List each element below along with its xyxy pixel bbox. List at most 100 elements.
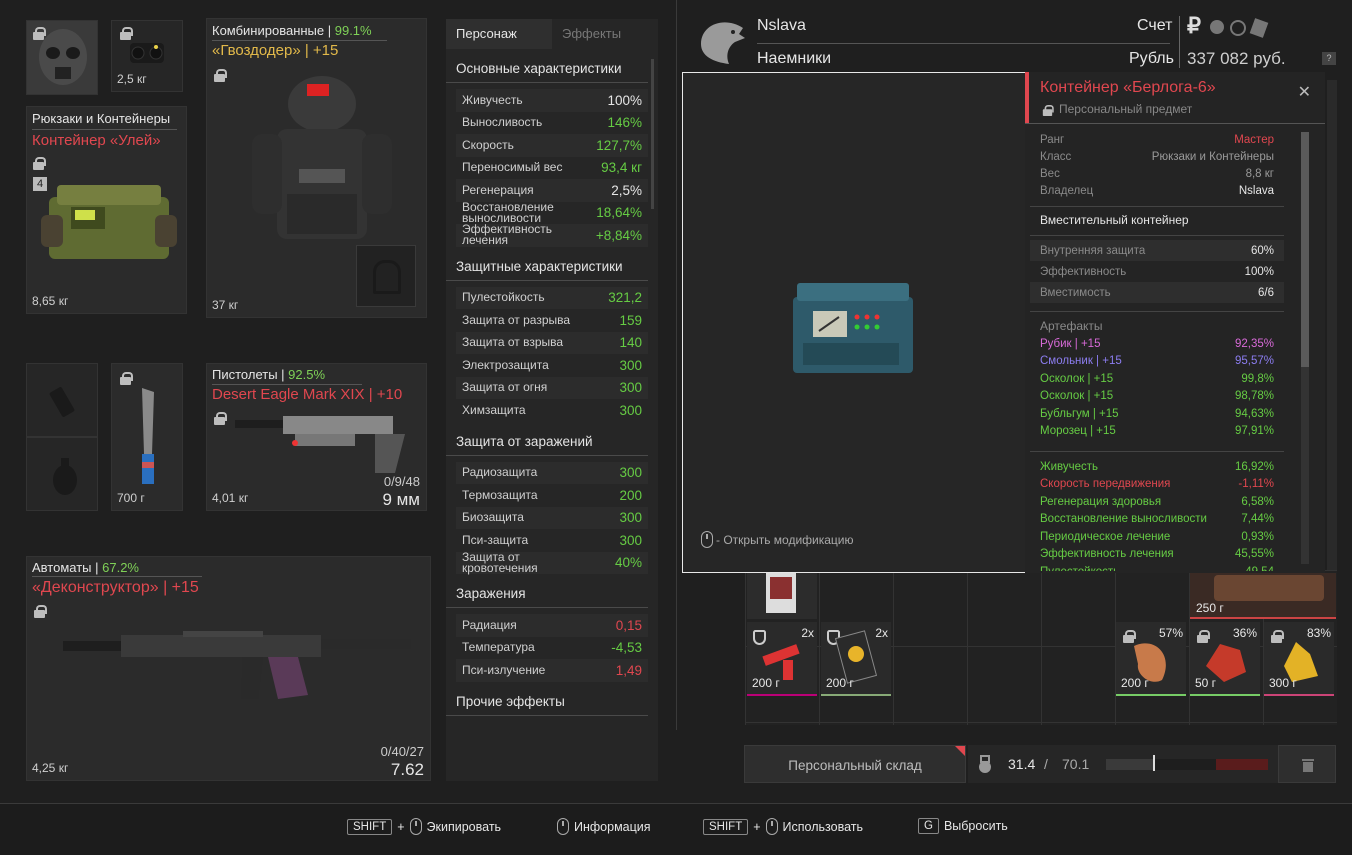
rifle-slot[interactable]: Автоматы | 67.2% «Деконструктор» | +15 0… — [26, 556, 431, 781]
artifact-name: Смольник | +15 — [1040, 355, 1122, 368]
item-properties: Ранг Мастер Класс Рюкзаки и Контейнеры Вес… — [1040, 131, 1274, 199]
stat-value: 146% — [607, 115, 642, 131]
stats-scrollbar[interactable] — [651, 59, 654, 209]
personal-storage-button[interactable]: Персональный склад — [744, 745, 966, 783]
currency-icons — [1210, 18, 1269, 38]
effect-name: Восстановление выносливости — [1040, 513, 1207, 526]
armor-mod-slot[interactable] — [356, 245, 416, 307]
drop-hint[interactable]: G Выбросить — [918, 818, 1008, 834]
backpack-name: Контейнер «Улей» — [32, 132, 161, 149]
artifact-row: Бубльгум | +15 94,63% — [1040, 405, 1274, 423]
stat-value: 127,7% — [596, 137, 642, 153]
stats-sections: Основные характеристики Живучесть 100% Выно… — [446, 61, 658, 716]
night-vision-icon — [130, 43, 164, 63]
rank-label: Ранг — [1040, 133, 1065, 146]
stat-row: Выносливость 146% — [456, 112, 648, 135]
stat-label: Регенерация — [462, 182, 534, 197]
stat-label: Скорость — [462, 137, 514, 152]
lock-icon — [214, 412, 227, 425]
pistol-header: Пистолеты | 92.5% — [212, 367, 325, 382]
knife-slot[interactable]: 700 г — [111, 363, 183, 511]
inventory-item-artifact-3[interactable]: 83% 300 г — [1264, 622, 1334, 696]
nvg-slot[interactable]: 2,5 кг — [111, 20, 183, 92]
effect-value: 6,58% — [1241, 495, 1274, 508]
lock-icon — [34, 605, 47, 618]
artifact-row: Осколок | +15 98,78% — [1040, 388, 1274, 406]
pistol-slot[interactable]: Пистолеты | 92.5% Desert Eagle Mark XIX … — [206, 363, 427, 511]
assault-rifle-icon — [63, 631, 411, 699]
container-stat-row: Вместимость 6/6 — [1030, 282, 1284, 303]
artifact-name: Осколок | +15 — [1040, 372, 1114, 385]
armor-durability: 99.1% — [334, 23, 372, 38]
inventory-item-card[interactable] — [747, 573, 817, 619]
container-stat-value: 60% — [1250, 244, 1274, 257]
rifle-durability: 67.2% — [102, 560, 139, 575]
document-icon — [766, 573, 796, 613]
stat-row: Живучесть 100% — [456, 89, 648, 112]
stat-row: Эффективность лечения +8,84% — [456, 223, 648, 247]
backpack-weight: 8,65 кг — [32, 294, 69, 308]
effect-name: Пулестойкость — [1040, 566, 1119, 571]
help-button[interactable]: ? — [1322, 52, 1336, 65]
bear-den-container-icon — [793, 283, 913, 373]
effect-name: Эффективность лечения — [1040, 548, 1174, 561]
pistol-category: Пистолеты — [212, 367, 278, 382]
mask-slot[interactable] — [26, 20, 98, 95]
weight-bar — [1106, 755, 1268, 771]
stat-label: Выносливость — [462, 115, 543, 130]
kettlebell-icon — [979, 755, 991, 773]
weight-value: 8,8 кг — [1245, 167, 1274, 180]
effect-name: Периодическое лечение — [1040, 530, 1171, 543]
armor-name: «Гвоздодер» | +15 — [212, 42, 339, 59]
inventory-item-flare[interactable]: 2x 200 г — [747, 622, 817, 696]
rifle-name: «Деконструктор» | +15 — [32, 579, 199, 596]
use-hint[interactable]: SHIFT + Использовать — [703, 818, 863, 835]
armor-slot[interactable]: Комбинированные | 99.1% «Гвоздодер» | +1… — [206, 18, 427, 318]
artifact-value: 92,35% — [1234, 337, 1274, 350]
tab-character[interactable]: Персонаж — [446, 19, 552, 49]
gadget-slot-1[interactable] — [26, 363, 98, 437]
stats-section-rows: Радиозащита 300 Термозащита 200 Биозащита 300… — [446, 461, 658, 574]
inventory-item-rifle-case[interactable]: 250 г — [1190, 573, 1336, 619]
item-weight: 50 г — [1195, 676, 1217, 690]
stat-row: Пулестойкость 321,2 — [456, 286, 648, 309]
rifle-weight: 4,25 кг — [32, 761, 69, 775]
item-weight: 200 г — [752, 676, 780, 690]
plus-sign: + — [753, 819, 761, 834]
backpack-slot[interactable]: Рюкзаки и Контейнеры Контейнер «Улей» 4 … — [26, 106, 187, 314]
stat-label: Пси-излучение — [462, 662, 546, 677]
equip-hint[interactable]: SHIFT + Экипировать — [347, 818, 501, 835]
artifact-row: Осколок | +15 99,8% — [1040, 370, 1274, 388]
stats-section-title: Защитные характеристики — [446, 259, 648, 281]
gadget-slot-2[interactable] — [26, 437, 98, 511]
info-hint[interactable]: Информация — [557, 818, 651, 835]
controls-hint-bar: SHIFT + Экипировать Информация SHIFT + И… — [0, 803, 1352, 855]
info-scrollbar[interactable] — [1301, 132, 1309, 564]
container-stat-row: Внутренняя защита 60% — [1030, 240, 1284, 261]
stat-value: 18,64% — [596, 205, 642, 221]
stat-row: Пси-излучение 1,49 — [456, 659, 648, 682]
stat-value: 200 — [619, 487, 642, 503]
inventory-item-artifact-2[interactable]: 36% 50 г — [1190, 622, 1260, 696]
exoskeleton-armor-icon — [252, 76, 392, 239]
stat-value: 2,5% — [611, 182, 642, 198]
armor-weight: 37 кг — [212, 298, 239, 312]
effect-value: 49,54 — [1245, 566, 1274, 571]
inventory-item-artifact-1[interactable]: 57% 200 г — [1116, 622, 1186, 696]
tab-effects[interactable]: Эффекты — [552, 19, 658, 49]
ruble-icon: ₽ — [1187, 13, 1201, 38]
stat-row: Биозащита 300 — [456, 506, 648, 529]
close-button[interactable]: ✕ — [1298, 82, 1311, 102]
trash-button[interactable] — [1278, 745, 1336, 783]
effect-row: Пулестойкость 49,54 — [1040, 563, 1274, 571]
stat-label: Биозащита — [462, 510, 524, 525]
mouse-icon — [557, 818, 569, 835]
open-mod-hint: - Открыть модификацию — [701, 531, 854, 548]
inventory-item-manual[interactable]: 2x 200 г — [821, 622, 891, 696]
g-key: G — [918, 818, 939, 834]
stat-row: Защита от огня 300 — [456, 376, 648, 399]
item-weight: 200 г — [826, 676, 854, 690]
stat-value: 300 — [619, 465, 642, 481]
mouse-icon — [409, 818, 422, 835]
lock-icon — [33, 157, 46, 170]
